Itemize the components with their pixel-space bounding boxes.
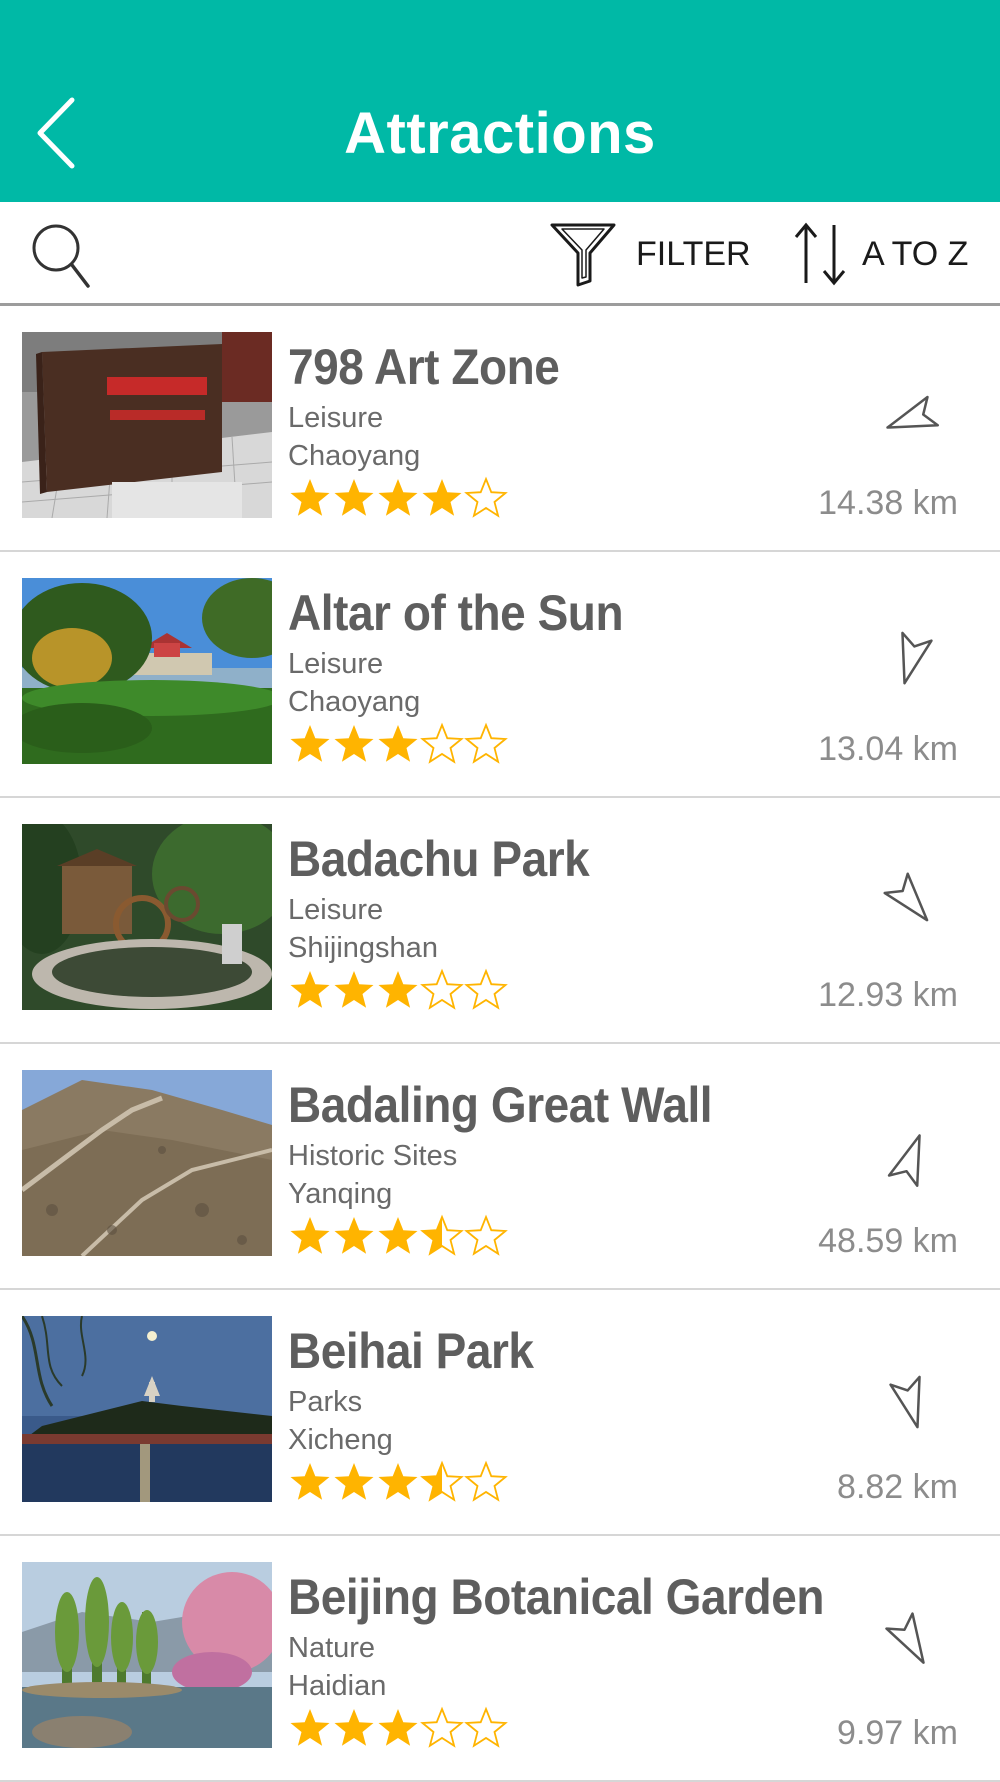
star-full-icon	[378, 1217, 418, 1254]
star-empty-icon	[464, 476, 508, 518]
attraction-distance: 9.97 km	[837, 1714, 958, 1752]
navigation-arrow-icon	[886, 395, 939, 429]
star-empty-icon	[464, 1460, 508, 1502]
attraction-category: Historic Sites	[288, 1140, 458, 1172]
attraction-photo	[22, 1070, 272, 1256]
list-item[interactable]: Badachu Park Leisure Shijingshan 12.93 k…	[0, 798, 1000, 1044]
attraction-name: Beihai Park	[288, 1323, 534, 1379]
star-half-icon	[420, 1214, 464, 1256]
navigation-arrow-icon	[901, 631, 933, 685]
star-full-icon	[334, 1217, 374, 1254]
star-half-icon	[420, 1460, 464, 1502]
filter-label: FILTER	[636, 234, 751, 273]
attraction-distance: 48.59 km	[818, 1222, 958, 1260]
star-full-icon	[334, 1709, 374, 1746]
star-rating	[288, 968, 508, 1014]
attraction-category: Parks	[288, 1386, 363, 1418]
attraction-photo	[22, 824, 272, 1010]
attraction-distance: 13.04 km	[818, 730, 958, 768]
attraction-district: Yanqing	[288, 1178, 393, 1210]
sort-icon	[794, 222, 846, 286]
attraction-name: Badachu Park	[288, 831, 590, 887]
attraction-district: Haidian	[288, 1670, 387, 1702]
search-button[interactable]	[28, 220, 94, 292]
star-full-icon	[422, 479, 462, 516]
list-item[interactable]: Badaling Great Wall Historic Sites Yanqi…	[0, 1044, 1000, 1290]
star-rating	[288, 1214, 508, 1260]
list-item[interactable]: Altar of the Sun Leisure Chaoyang 13.04 …	[0, 552, 1000, 798]
star-full-icon	[378, 1709, 418, 1746]
page-title: Attractions	[344, 101, 656, 166]
navigation-arrow-icon	[883, 872, 929, 922]
star-full-icon	[290, 971, 330, 1008]
star-empty-icon	[464, 1214, 508, 1256]
attraction-name: 798 Art Zone	[288, 339, 560, 395]
star-full-icon	[378, 725, 418, 762]
attraction-category: Nature	[288, 1632, 376, 1664]
attraction-photo	[22, 1562, 272, 1748]
star-empty-icon	[464, 1706, 508, 1748]
app-header: Attractions	[0, 0, 1000, 202]
navigation-arrow-icon	[885, 1612, 925, 1664]
attraction-list: 798 Art Zone Leisure Chaoyang 14.38 km A…	[0, 306, 1000, 1782]
star-rating	[288, 722, 508, 768]
star-full-icon	[334, 725, 374, 762]
toolbar: FILTER A TO Z	[0, 202, 1000, 306]
star-empty-icon	[464, 722, 508, 764]
star-full-icon	[290, 1709, 330, 1746]
attraction-distance: 14.38 km	[818, 484, 958, 522]
list-item[interactable]: Beijing Botanical Garden Nature Haidian …	[0, 1536, 1000, 1782]
attraction-name: Badaling Great Wall	[288, 1077, 713, 1133]
attraction-district: Xicheng	[288, 1424, 393, 1456]
star-full-icon	[334, 479, 374, 516]
attraction-district: Shijingshan	[288, 932, 438, 964]
attraction-category: Leisure	[288, 402, 384, 434]
attraction-photo	[22, 1316, 272, 1502]
attraction-district: Chaoyang	[288, 440, 421, 472]
star-rating	[288, 1706, 508, 1752]
sort-button[interactable]: A TO Z	[792, 216, 982, 292]
navigation-arrow-icon	[887, 1134, 921, 1187]
star-empty-icon	[420, 1706, 464, 1748]
star-full-icon	[290, 1217, 330, 1254]
star-full-icon	[378, 1463, 418, 1500]
star-full-icon	[290, 1463, 330, 1500]
star-full-icon	[378, 971, 418, 1008]
star-rating	[288, 1460, 508, 1506]
navigation-arrow-icon	[889, 1375, 921, 1429]
star-full-icon	[290, 479, 330, 516]
attraction-name: Beijing Botanical Garden	[288, 1569, 824, 1625]
star-full-icon	[334, 971, 374, 1008]
attraction-photo	[22, 332, 272, 518]
star-empty-icon	[420, 968, 464, 1010]
star-full-icon	[334, 1463, 374, 1500]
attraction-category: Leisure	[288, 894, 384, 926]
search-icon	[32, 224, 90, 288]
list-item[interactable]: Beihai Park Parks Xicheng 8.82 km	[0, 1290, 1000, 1536]
attraction-category: Leisure	[288, 648, 384, 680]
star-empty-icon	[420, 722, 464, 764]
attraction-name: Altar of the Sun	[288, 585, 624, 641]
attraction-distance: 12.93 km	[818, 976, 958, 1014]
sort-label: A TO Z	[862, 234, 969, 273]
attraction-district: Chaoyang	[288, 686, 421, 718]
attraction-distance: 8.82 km	[837, 1468, 958, 1506]
list-item[interactable]: 798 Art Zone Leisure Chaoyang 14.38 km	[0, 306, 1000, 552]
star-full-icon	[290, 725, 330, 762]
filter-icon	[550, 223, 616, 287]
attraction-photo	[22, 578, 272, 764]
star-full-icon	[378, 479, 418, 516]
star-empty-icon	[464, 968, 508, 1010]
star-rating	[288, 476, 508, 522]
filter-button[interactable]: FILTER	[548, 216, 758, 292]
